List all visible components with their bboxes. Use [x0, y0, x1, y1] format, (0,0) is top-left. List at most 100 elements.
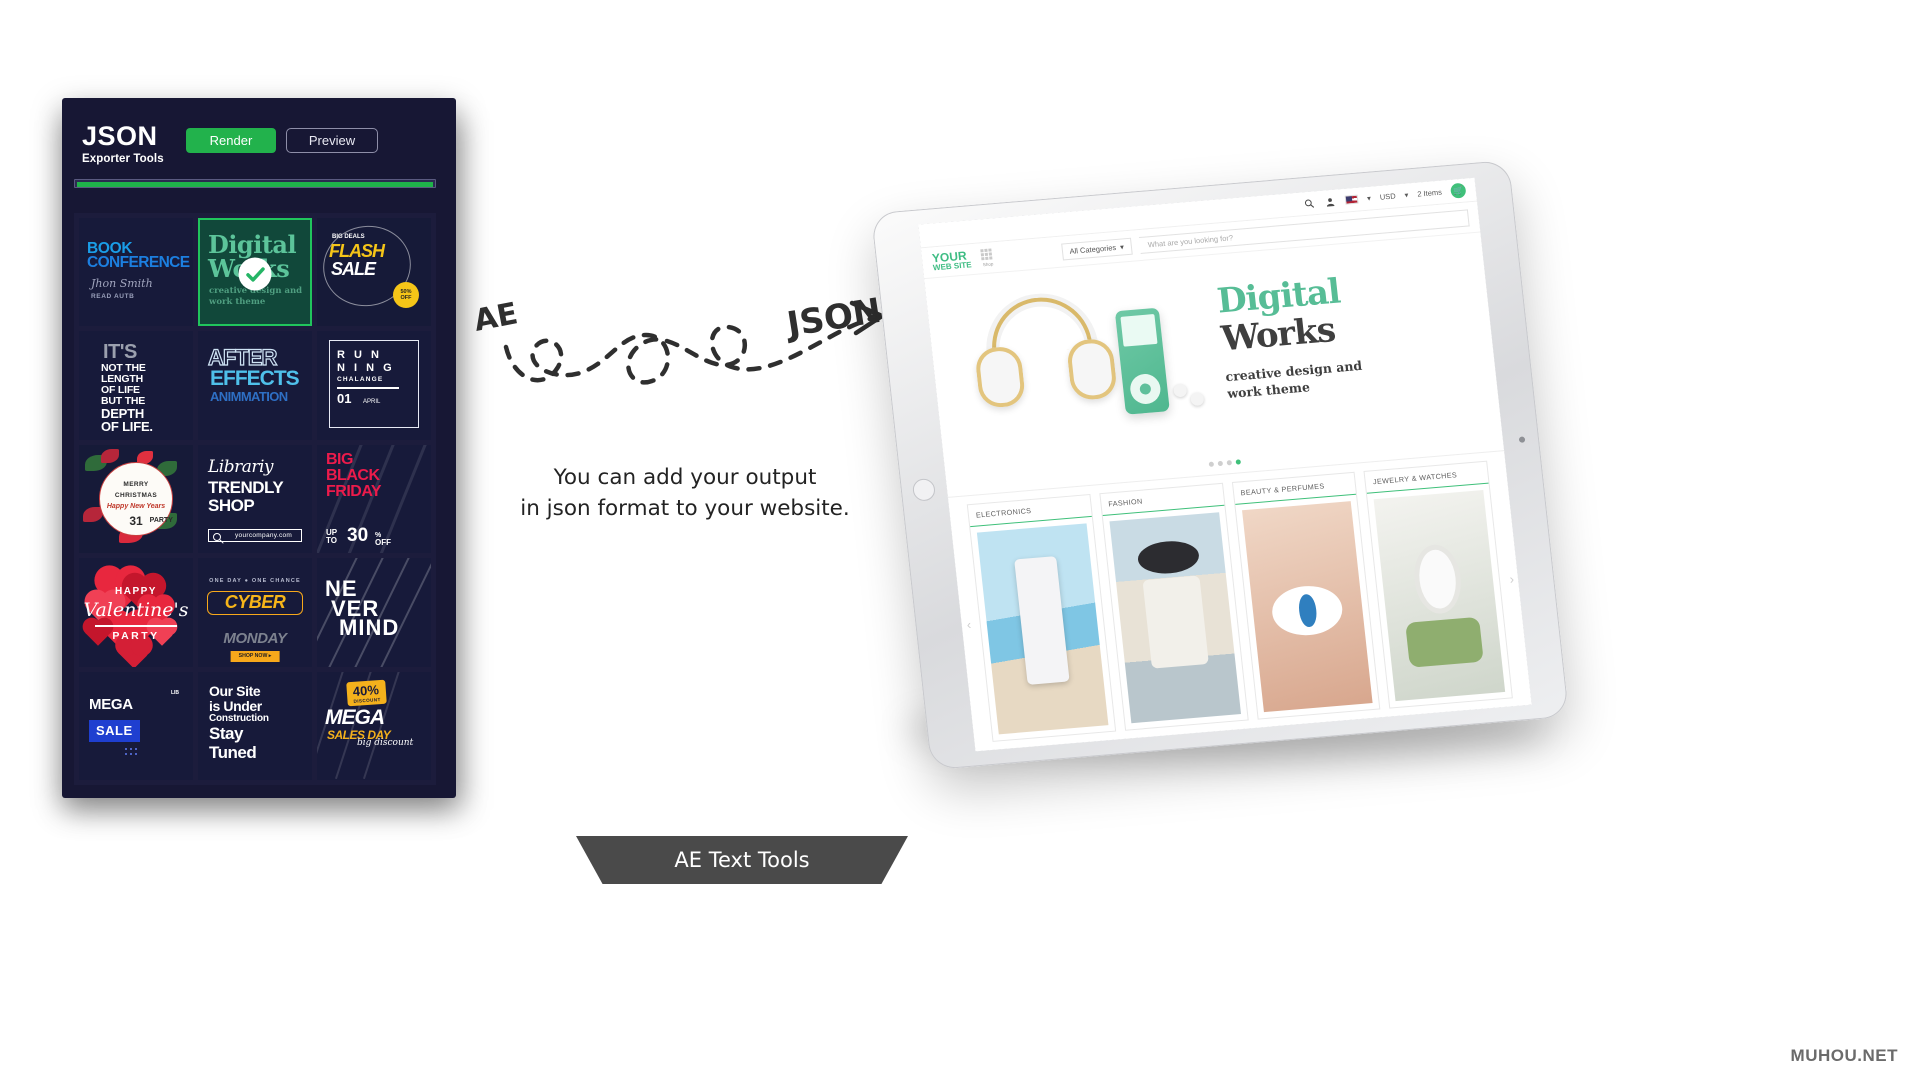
- hero-text: Digital Works creative design and work t…: [1215, 265, 1463, 403]
- tile-line-1: TRENDLY: [208, 477, 284, 497]
- tile-line-3: ANIMMATION: [210, 389, 288, 405]
- category-card-beauty[interactable]: BEAUTY & PERFUMES: [1231, 471, 1381, 720]
- tile-off: OFF: [375, 538, 391, 548]
- preview-button[interactable]: Preview: [286, 128, 378, 153]
- category-select-label: All Categories: [1069, 242, 1117, 256]
- tablet-device: ▾ USD ▾ 2 Items 🛒 YOUR WEB SITE Shop All…: [870, 159, 1570, 771]
- grid-menu-icon[interactable]: [979, 248, 994, 262]
- category-card-jewelry[interactable]: JEWELRY & WATCHES: [1363, 460, 1513, 709]
- category-label: FASHION: [1100, 483, 1224, 516]
- user-icon[interactable]: [1324, 195, 1337, 208]
- tile-line-3: FRIDAY: [326, 482, 382, 500]
- tile-signature: Jhon Smith: [91, 277, 153, 290]
- tile-discount: 40%: [352, 681, 380, 699]
- template-tile-merry-christmas[interactable]: MERRY CHRISTMAS Happy New Years 31 PARTY: [79, 444, 193, 554]
- template-tile-depth-of-life[interactable]: IT'S NOT THE LENGTH OF LIFE BUT THE DEPT…: [79, 331, 193, 440]
- tile-cta: READ AUTB: [91, 293, 135, 300]
- template-tile-trendly-shop[interactable]: Librariy TRENDLY SHOP yourcompany.com: [198, 444, 312, 554]
- json-exporter-panel: JSON Exporter Tools Render Preview BOOK …: [62, 98, 456, 798]
- category-image-fashion: [1109, 512, 1241, 724]
- template-grid: BOOK CONFERENCE Jhon Smith READ AUTB Dig…: [79, 218, 431, 780]
- tile-line-2: SHOP: [208, 495, 255, 515]
- hero-subtitle: creative design and work theme: [1225, 350, 1463, 403]
- tile-line-2: CONFERENCE: [87, 254, 190, 271]
- template-tile-big-black-friday[interactable]: BIG BLACK FRIDAY UP TO 30 % OFF: [317, 444, 431, 554]
- carousel-next-arrow[interactable]: ›: [1509, 571, 1515, 586]
- tile-divider: [337, 387, 399, 389]
- tile-lead: IT'S: [103, 341, 137, 364]
- category-select[interactable]: All Categories ▾: [1060, 237, 1133, 261]
- cart-icon[interactable]: 🛒: [1449, 182, 1467, 199]
- template-grid-container: BOOK CONFERENCE Jhon Smith READ AUTB Dig…: [74, 213, 436, 785]
- tile-url-box: yourcompany.com: [208, 529, 302, 543]
- template-tile-after-effects[interactable]: AFTER EFFECTS ANIMMATION: [198, 331, 312, 440]
- template-tile-mega-sales-day[interactable]: 40% DISCOUNT MEGA SALES DAY big discount: [317, 671, 431, 780]
- category-label: JEWELRY & WATCHES: [1364, 461, 1489, 494]
- tile-line-1: BIG: [326, 450, 353, 468]
- tile-line-3: Happy New Years: [106, 503, 166, 511]
- tile-line-5: PARTY: [149, 517, 173, 525]
- tile-discount-label: DISCOUNT: [353, 696, 381, 704]
- carousel-prev-arrow[interactable]: ‹: [966, 616, 972, 631]
- chevron-down-icon: ▾: [1119, 241, 1125, 252]
- tile-line-2: Valentine's: [83, 599, 189, 622]
- tile-line-3: CHALANGE: [337, 376, 384, 384]
- tile-line-2: MONDAY: [223, 629, 287, 647]
- category-image-beauty: [1241, 501, 1373, 713]
- tile-line-2: N I N G: [337, 362, 395, 375]
- tile-day: 01: [337, 391, 352, 407]
- tile-divider: [94, 625, 178, 627]
- tile-line-3: big discount: [357, 737, 414, 748]
- earbud-icon: [1190, 392, 1205, 407]
- tile-line-3: MIND: [339, 615, 400, 641]
- tile-line-2: CHRISTMAS: [114, 492, 158, 500]
- caption-line-1: You can add your output: [553, 465, 817, 490]
- site-logo[interactable]: YOUR WEB SITE: [931, 248, 972, 272]
- music-player-image: [1114, 307, 1170, 415]
- template-tile-under-construction[interactable]: Our Site is Under Construction Stay Tune…: [198, 671, 312, 780]
- us-flag-icon[interactable]: [1344, 194, 1359, 205]
- tablet-screen: ▾ USD ▾ 2 Items 🛒 YOUR WEB SITE Shop All…: [918, 177, 1532, 752]
- carousel-dot[interactable]: [1226, 460, 1233, 466]
- tile-art: MERRY CHRISTMAS Happy New Years 31 PARTY: [79, 445, 193, 553]
- dashed-arrow-icon: [503, 300, 885, 385]
- tile-line-1: R U N: [337, 349, 382, 362]
- cart-count-label[interactable]: 2 Items: [1417, 188, 1442, 199]
- tile-art: HAPPY Valentine's PARTY: [79, 558, 193, 667]
- carousel-dot[interactable]: [1208, 461, 1215, 467]
- search-icon[interactable]: [1303, 197, 1316, 210]
- render-button[interactable]: Render: [186, 128, 276, 153]
- tile-line-4: 31: [129, 514, 143, 529]
- carousel-dots[interactable]: [1208, 459, 1242, 467]
- category-card-fashion[interactable]: FASHION: [1099, 482, 1249, 731]
- template-tile-valentines-party[interactable]: HAPPY Valentine's PARTY: [79, 558, 193, 667]
- template-tile-flash-sale[interactable]: BIG DEALS FLASH SALE 50% OFF: [317, 218, 431, 327]
- currency-label[interactable]: USD: [1379, 191, 1396, 201]
- template-tile-never-mind[interactable]: NE VER MIND: [317, 558, 431, 667]
- tile-badge: 50% OFF: [393, 282, 419, 309]
- tile-line-1: MEGA: [325, 705, 385, 729]
- tile-month: APRIL: [363, 399, 381, 406]
- tile-line-2-box: SALE: [89, 719, 140, 742]
- template-tile-digital-works[interactable]: Digital Works creative design and work t…: [198, 218, 312, 327]
- category-card-electronics[interactable]: ELECTRONICS: [966, 493, 1116, 742]
- tile-line-1: Digital: [208, 230, 297, 259]
- tile-kicker: ONE DAY ● ONE CHANCE: [209, 577, 301, 584]
- tile-line-1-box: CYBER: [207, 590, 303, 615]
- template-tile-running-chalange[interactable]: R U N N I N G CHALANGE 01 APRIL: [317, 331, 431, 440]
- footer-tab: AE Text Tools: [576, 836, 908, 884]
- tile-cta: SHOP NOW ▸: [230, 650, 280, 662]
- template-tile-mega-sale[interactable]: LIB MEGA SALE: [79, 671, 193, 780]
- category-label: ELECTRONICS: [967, 495, 1092, 528]
- carousel-dot-active[interactable]: [1235, 459, 1242, 465]
- search-icon: [213, 532, 221, 541]
- tile-url: yourcompany.com: [235, 532, 293, 540]
- carousel-dot[interactable]: [1217, 460, 1224, 467]
- check-icon: [238, 257, 272, 291]
- tile-discount-badge: 40% DISCOUNT: [346, 679, 387, 706]
- template-tile-book-conference[interactable]: BOOK CONFERENCE Jhon Smith READ AUTB: [79, 218, 193, 327]
- template-tile-cyber-monday[interactable]: ONE DAY ● ONE CHANCE CYBER MONDAY SHOP N…: [198, 558, 312, 667]
- tile-line-1: Our Site: [209, 682, 261, 699]
- app-title: JSON: [82, 121, 158, 151]
- tile-discount-number: 30: [347, 525, 369, 547]
